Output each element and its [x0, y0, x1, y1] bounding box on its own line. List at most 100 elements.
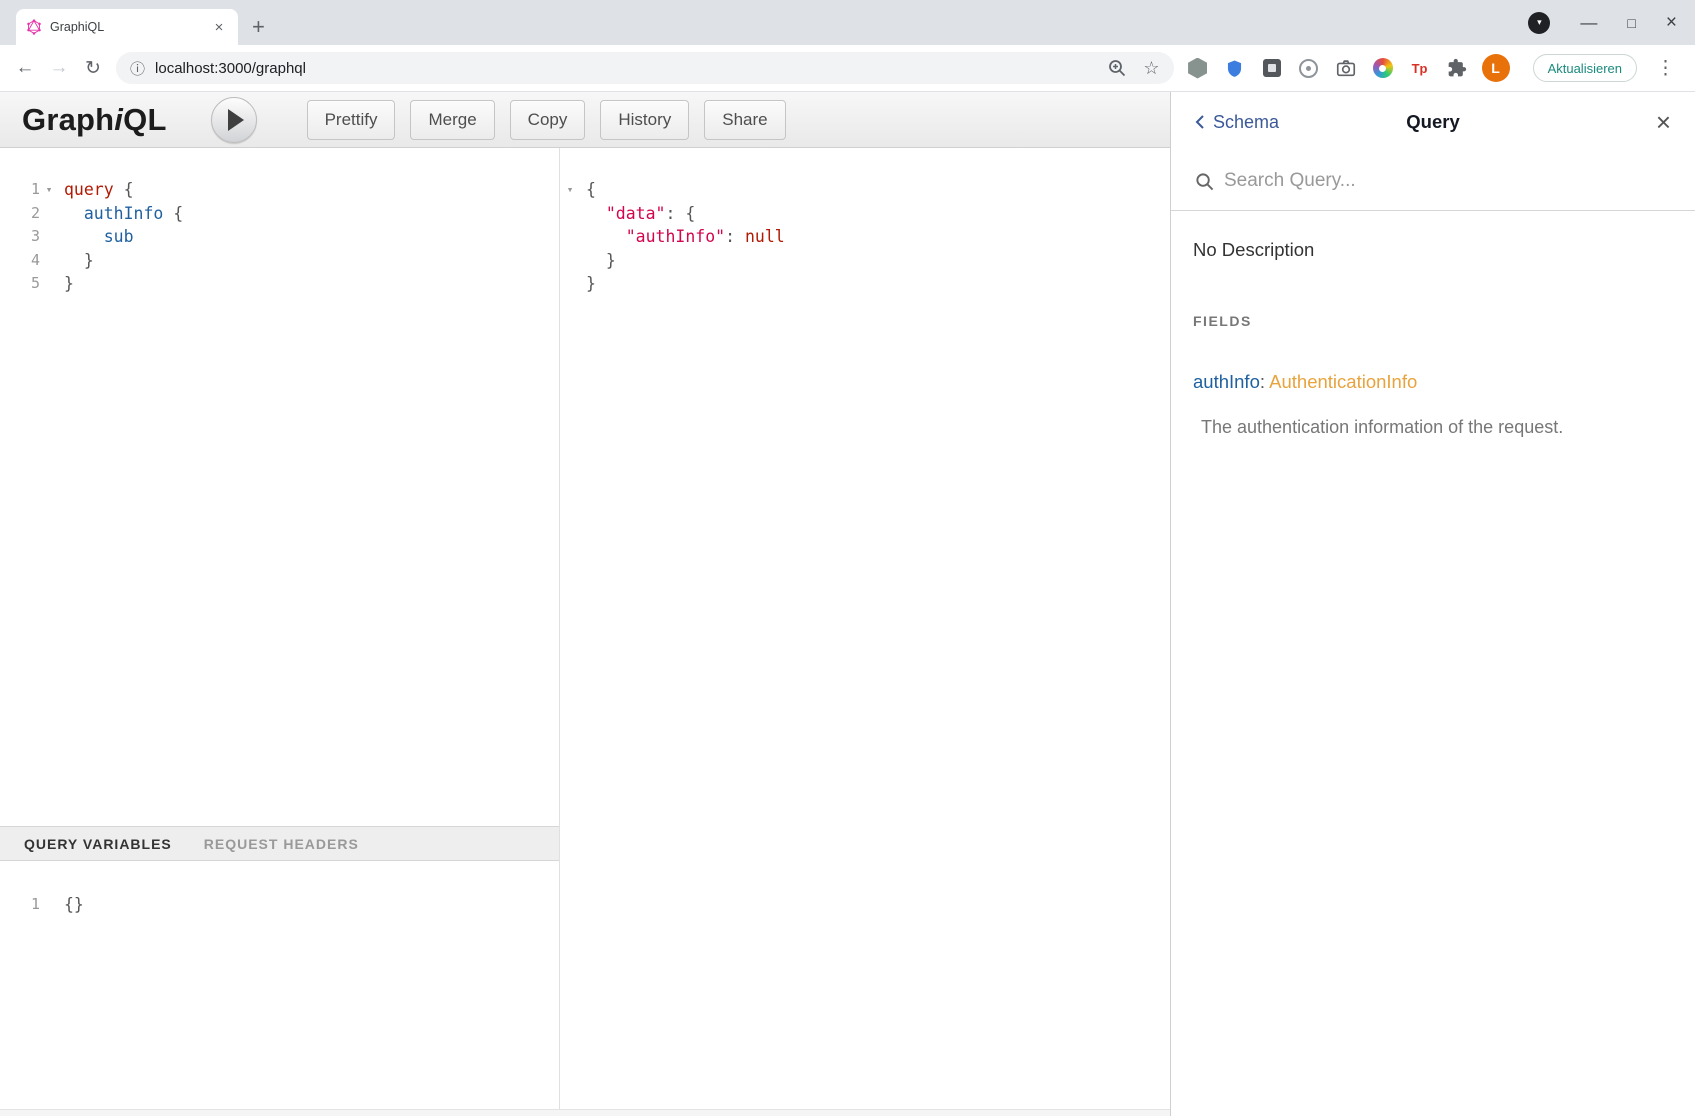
tab-search-icon[interactable]: ▾ — [1528, 12, 1550, 34]
line-number: 1 — [0, 178, 40, 202]
code-text: {} — [58, 893, 84, 917]
doc-field-entry: authInfo: AuthenticationInfo — [1193, 371, 1673, 393]
line-number: 4 — [0, 249, 40, 273]
line-number: 5 — [0, 272, 40, 296]
code-text: "data": { — [580, 202, 695, 226]
shield-extension-icon[interactable] — [1223, 56, 1247, 80]
maximize-button[interactable]: □ — [1627, 16, 1635, 30]
doc-close-icon[interactable]: × — [1656, 109, 1671, 135]
graphiql-topbar: GraphiQL Prettify Merge Copy History Sha… — [0, 92, 1170, 148]
toolbar: Prettify Merge Copy History Share — [307, 100, 786, 140]
doc-explorer-panel: Schema Query × No Description FIELDS aut… — [1170, 92, 1695, 1116]
field-separator: : — [1260, 371, 1269, 392]
back-icon[interactable]: ← — [8, 51, 42, 85]
code-text: } — [580, 249, 616, 273]
execute-query-button[interactable] — [211, 97, 257, 143]
fold-arrow-icon[interactable]: ▾ — [560, 178, 580, 202]
chevron-left-icon — [1195, 114, 1205, 130]
code-text: query { — [58, 178, 134, 202]
fold-arrow-icon — [560, 272, 580, 296]
zoom-icon[interactable] — [1105, 56, 1129, 80]
code-line: 4 } — [0, 249, 559, 273]
line-number: 2 — [0, 202, 40, 226]
browser-nav-bar: ← → ↻ ⓘ localhost:3000/graphql ☆ — [0, 45, 1695, 92]
address-bar-actions: ☆ — [1105, 56, 1159, 80]
dark-square-extension-icon[interactable] — [1260, 56, 1284, 80]
fold-arrow-icon — [560, 249, 580, 273]
code-line: 2 authInfo { — [0, 202, 559, 226]
fold-arrow-icon — [40, 202, 58, 226]
code-line: "authInfo": null — [560, 225, 1170, 249]
graphql-favicon-icon — [26, 19, 42, 35]
camera-extension-icon[interactable] — [1334, 56, 1358, 80]
pinwheel-extension-icon[interactable] — [1371, 56, 1395, 80]
caret-down-icon: ▾ — [1537, 18, 1542, 27]
code-line: "data": { — [560, 202, 1170, 226]
history-button[interactable]: History — [600, 100, 689, 140]
fields-section-header: FIELDS — [1193, 313, 1673, 329]
prettify-button[interactable]: Prettify — [307, 100, 396, 140]
type-name-link[interactable]: AuthenticationInfo — [1269, 371, 1417, 392]
code-line: 1{} — [0, 893, 559, 917]
update-browser-button[interactable]: Aktualisieren — [1533, 54, 1637, 82]
search-icon — [1195, 172, 1214, 191]
tp-extension-icon[interactable]: Tp — [1408, 56, 1432, 80]
variables-header: QUERY VARIABLES REQUEST HEADERS — [0, 826, 559, 861]
browser-tab[interactable]: GraphiQL × — [16, 9, 238, 45]
tab-query-variables[interactable]: QUERY VARIABLES — [24, 836, 172, 852]
doc-back-link[interactable]: Schema — [1195, 112, 1279, 133]
code-text: authInfo { — [58, 202, 183, 226]
address-bar[interactable]: ⓘ localhost:3000/graphql ☆ — [116, 52, 1174, 84]
code-line: 5} — [0, 272, 559, 296]
code-text: "authInfo": null — [580, 225, 785, 249]
minimize-button[interactable]: — — [1580, 14, 1597, 31]
query-editor[interactable]: 1▾query {2 authInfo {3 sub4 }5} — [0, 148, 559, 826]
copy-button[interactable]: Copy — [510, 100, 586, 140]
puzzle-extensions-menu-icon[interactable] — [1445, 56, 1469, 80]
code-text: { — [580, 178, 596, 202]
new-tab-button[interactable]: + — [252, 9, 265, 45]
line-number: 3 — [0, 225, 40, 249]
doc-content: No Description FIELDS authInfo: Authenti… — [1171, 211, 1695, 466]
bookmark-star-icon[interactable]: ☆ — [1143, 59, 1159, 77]
code-text: sub — [58, 225, 134, 249]
code-line: 3 sub — [0, 225, 559, 249]
forward-icon[interactable]: → — [42, 51, 76, 85]
fold-arrow-icon[interactable]: ▾ — [40, 178, 58, 202]
doc-description: No Description — [1193, 239, 1673, 261]
site-info-icon[interactable]: ⓘ — [130, 58, 145, 79]
code-text: } — [580, 272, 596, 296]
code-line: ▾{ — [560, 178, 1170, 202]
code-line: 1▾query { — [0, 178, 559, 202]
graphiql-app: GraphiQL Prettify Merge Copy History Sha… — [0, 92, 1695, 1116]
ring-extension-icon[interactable] — [1297, 56, 1321, 80]
fold-arrow-icon — [560, 225, 580, 249]
close-window-button[interactable]: × — [1666, 13, 1677, 32]
fold-arrow-icon — [40, 272, 58, 296]
doc-back-label: Schema — [1213, 112, 1279, 133]
doc-search-input[interactable] — [1224, 170, 1671, 192]
variables-editor[interactable]: 1{} — [0, 861, 559, 1116]
code-text: } — [58, 272, 74, 296]
reload-icon[interactable]: ↻ — [76, 51, 110, 85]
play-icon — [228, 109, 244, 131]
fold-arrow-icon — [40, 225, 58, 249]
browser-window: GraphiQL × + ▾ — □ × ← → ↻ ⓘ localhost:3… — [0, 0, 1695, 1116]
tab-request-headers[interactable]: REQUEST HEADERS — [204, 836, 359, 852]
query-editor-pane: 1▾query {2 authInfo {3 sub4 }5} QUERY VA… — [0, 148, 560, 1116]
window-controls: ▾ — □ × — [1510, 0, 1695, 45]
code-line: } — [560, 272, 1170, 296]
horizontal-scrollbar[interactable] — [0, 1109, 1170, 1116]
field-name-link[interactable]: authInfo — [1193, 371, 1260, 392]
profile-avatar[interactable]: L — [1482, 54, 1510, 82]
share-button[interactable]: Share — [704, 100, 785, 140]
field-description: The authentication information of the re… — [1201, 417, 1673, 438]
doc-search-row — [1171, 152, 1695, 211]
merge-button[interactable]: Merge — [410, 100, 494, 140]
browser-menu-icon[interactable]: ⋮ — [1650, 57, 1681, 80]
browser-tab-strip: GraphiQL × + ▾ — □ × — [0, 0, 1695, 45]
adblock-extension-icon[interactable] — [1186, 56, 1210, 80]
graphiql-workspace: GraphiQL Prettify Merge Copy History Sha… — [0, 92, 1170, 1116]
fold-arrow-icon — [40, 249, 58, 273]
tab-close-icon[interactable]: × — [210, 18, 228, 36]
